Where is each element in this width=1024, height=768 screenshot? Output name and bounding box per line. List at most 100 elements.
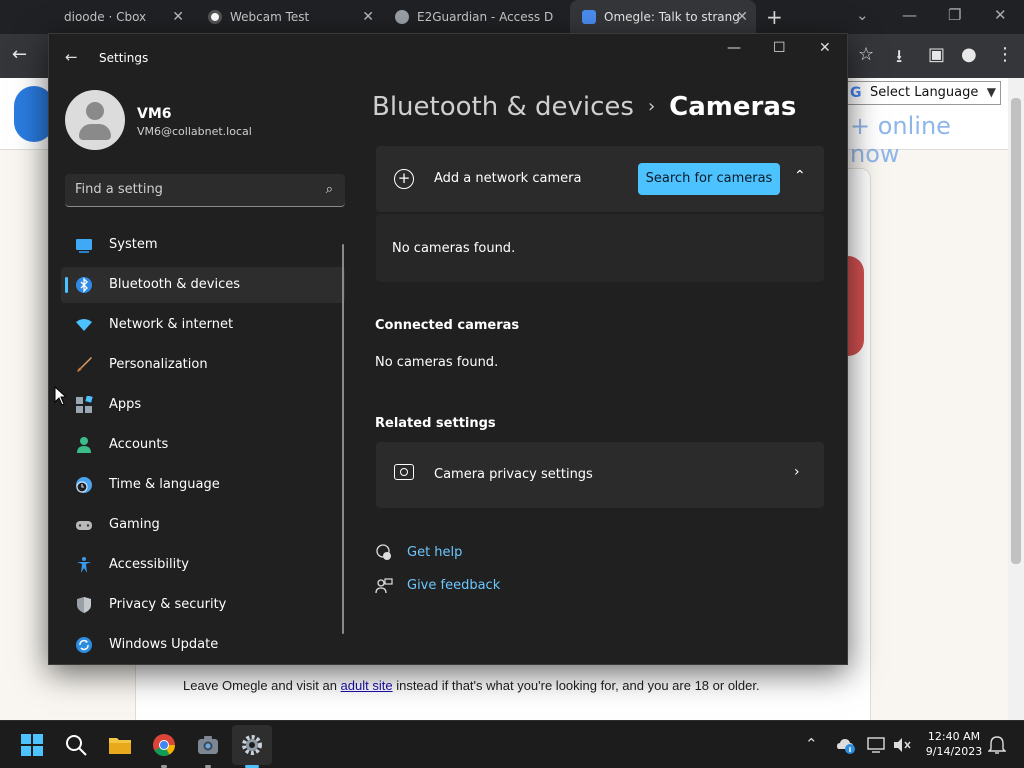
bookmark-star-icon[interactable]: ☆	[858, 44, 874, 65]
browser-tab[interactable]: Webcam Test ✕	[196, 0, 382, 34]
nav-item-privacy-security[interactable]: Privacy & security	[61, 587, 345, 623]
close-tab-icon[interactable]: ✕	[736, 9, 748, 25]
network-cameras-list: No cameras found.	[376, 214, 824, 282]
file-explorer-icon[interactable]	[108, 733, 132, 757]
taskbar: ⌃ 12:40 AM 9/14/2023	[0, 720, 1024, 768]
language-select[interactable]: G Select Language ▼	[845, 81, 1001, 105]
nav-item-apps[interactable]: Apps	[61, 387, 345, 423]
nav-item-system[interactable]: System	[61, 227, 345, 263]
nav-item-windows-update[interactable]: Windows Update	[61, 627, 345, 663]
nav-label: Time & language	[109, 477, 220, 492]
profile-icon[interactable]: ●	[961, 44, 977, 65]
back-arrow-icon[interactable]: ←	[12, 44, 27, 65]
user-email: VM6@collabnet.local	[137, 125, 252, 138]
network-icon	[76, 319, 92, 331]
page-scrollbar-thumb[interactable]	[1011, 98, 1021, 564]
settings-nav: System Bluetooth & devices Network & int…	[61, 227, 345, 664]
avatar[interactable]	[65, 90, 125, 150]
browser-tab[interactable]: dioode · Cbox ✕	[30, 0, 192, 34]
nav-item-time-language[interactable]: Time & language	[61, 467, 345, 503]
nav-label: Windows Update	[109, 637, 219, 652]
bluetooth-icon	[76, 277, 92, 293]
close-tab-icon[interactable]: ✕	[362, 9, 374, 25]
browser-restore-button[interactable]: ❐	[948, 6, 961, 24]
adult-site-link[interactable]: adult site	[341, 678, 393, 693]
camera-app-icon[interactable]	[196, 733, 220, 757]
get-help-icon	[376, 544, 391, 560]
close-tab-icon[interactable]: ✕	[172, 9, 184, 25]
nav-label: Accounts	[109, 437, 169, 452]
user-name: VM6	[137, 106, 172, 122]
tab-search-icon[interactable]: ⌄	[856, 6, 869, 24]
globe-icon	[395, 10, 409, 24]
side-panel-icon[interactable]: ▣	[928, 44, 945, 65]
brush-icon	[77, 357, 92, 372]
browser-tab[interactable]: E2Guardian - Access D	[383, 0, 567, 34]
windows-update-icon	[76, 637, 92, 653]
add-network-camera-row[interactable]: + Add a network camera Search for camera…	[376, 146, 824, 212]
clock-time: 12:40 AM	[927, 730, 981, 743]
maximize-button[interactable]: ☐	[773, 40, 786, 56]
settings-window: ← Settings — ☐ ✕ VM6 VM6@collabnet.local…	[48, 33, 848, 665]
back-arrow-icon[interactable]: ←	[65, 48, 78, 66]
camera-privacy-settings-row[interactable]: Camera privacy settings ›	[376, 442, 824, 508]
settings-gear-icon[interactable]	[240, 733, 264, 757]
nav-item-personalization[interactable]: Personalization	[61, 347, 345, 383]
nav-label: Gaming	[109, 517, 160, 532]
browser-minimize-button[interactable]: —	[902, 6, 917, 24]
cloud-info-icon[interactable]	[836, 735, 856, 755]
window-title: Settings	[99, 51, 149, 65]
nav-label: Privacy & security	[109, 597, 227, 612]
browser-menu-icon[interactable]: ⋮	[996, 44, 1014, 65]
tray-chevron-icon[interactable]: ⌃	[805, 735, 818, 753]
tab-title: Webcam Test	[230, 10, 310, 24]
notification-bell-icon[interactable]	[988, 735, 1006, 755]
omegle-favicon	[582, 10, 596, 24]
accounts-icon	[77, 437, 91, 453]
browser-close-button[interactable]: ✕	[994, 6, 1007, 24]
nav-scrollbar[interactable]	[342, 244, 344, 634]
breadcrumb-parent[interactable]: Bluetooth & devices	[372, 92, 634, 122]
new-tab-button[interactable]: +	[766, 5, 783, 29]
shield-icon	[77, 597, 91, 613]
connected-cameras-heading: Connected cameras	[375, 318, 520, 333]
gaming-icon	[76, 521, 92, 530]
nav-item-bluetooth[interactable]: Bluetooth & devices	[61, 267, 345, 303]
search-icon[interactable]	[64, 733, 88, 757]
nav-label: Network & internet	[109, 317, 234, 332]
page-scrollbar[interactable]	[1008, 78, 1024, 720]
webcam-favicon	[208, 10, 222, 24]
search-for-cameras-button[interactable]: Search for cameras	[638, 163, 780, 195]
system-clock[interactable]: 12:40 AM 9/14/2023	[924, 729, 984, 759]
page-badge-image	[848, 256, 864, 356]
nav-item-network[interactable]: Network & internet	[61, 307, 345, 343]
camera-privacy-label: Camera privacy settings	[434, 467, 593, 482]
time-language-icon	[76, 477, 92, 493]
mouse-cursor-icon	[54, 386, 66, 406]
accessibility-icon	[77, 557, 91, 573]
give-feedback-link[interactable]: Give feedback	[407, 578, 500, 593]
minimize-button[interactable]: —	[727, 40, 741, 56]
nav-item-accounts[interactable]: Accounts	[61, 427, 345, 463]
volume-muted-icon[interactable]	[892, 735, 912, 755]
browser-tab-active[interactable]: Omegle: Talk to strang ✕	[570, 0, 756, 34]
selection-indicator	[65, 277, 68, 293]
search-placeholder: Find a setting	[75, 182, 163, 197]
network-display-icon[interactable]	[866, 735, 886, 755]
close-button[interactable]: ✕	[819, 40, 831, 56]
get-help-link[interactable]: Get help	[407, 545, 462, 560]
search-icon: ⌕	[325, 182, 333, 197]
camera-icon	[394, 464, 414, 480]
no-connected-cameras-text: No cameras found.	[375, 355, 499, 370]
nav-item-gaming[interactable]: Gaming	[61, 507, 345, 543]
online-now-text: + online now	[850, 112, 951, 168]
chrome-icon[interactable]	[152, 733, 176, 757]
windows-start-icon[interactable]	[20, 733, 44, 757]
download-icon[interactable]: ⭳	[896, 44, 902, 74]
dropdown-arrow-icon: ▼	[986, 85, 996, 99]
search-input[interactable]: Find a setting ⌕	[65, 174, 345, 207]
clock-date: 9/14/2023	[925, 745, 983, 758]
system-icon	[76, 239, 92, 253]
chevron-up-icon[interactable]: ⌃	[794, 168, 806, 184]
nav-item-accessibility[interactable]: Accessibility	[61, 547, 345, 583]
